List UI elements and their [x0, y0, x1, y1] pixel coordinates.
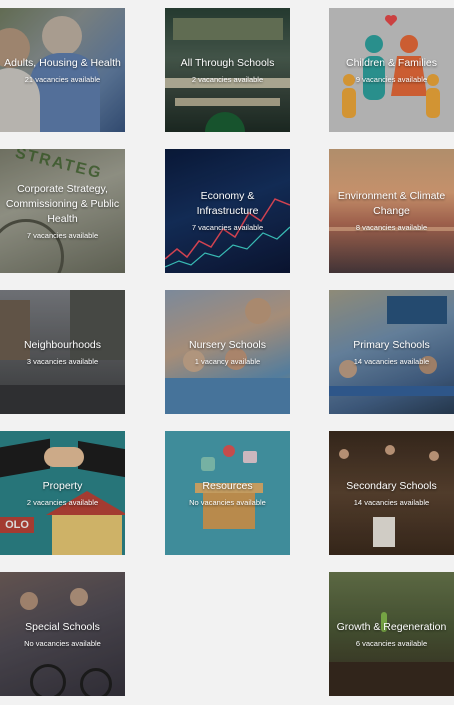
category-title: All Through Schools	[180, 56, 275, 69]
vacancy-count: 6 vacancies available	[355, 638, 428, 648]
category-tile-primary-schools[interactable]: Primary Schools 14 vacancies available	[329, 290, 454, 414]
category-tile-property[interactable]: OLO Property 2 vacancies available	[0, 431, 125, 555]
vacancy-count: 14 vacancies available	[353, 356, 430, 366]
category-tile-resources[interactable]: Resources No vacancies available	[165, 431, 290, 555]
category-title: Children & Families	[345, 56, 438, 69]
category-title: Primary Schools	[353, 338, 430, 351]
vacancy-count: 7 vacancies available	[26, 230, 99, 240]
category-tile-all-through-schools[interactable]: All Through Schools 2 vacancies availabl…	[165, 8, 290, 132]
category-tile-economy-infrastructure[interactable]: Economy & Infrastructure 7 vacancies ava…	[165, 149, 290, 273]
vacancy-count: No vacancies available	[189, 497, 266, 507]
category-tile-growth-regeneration[interactable]: Growth & Regeneration 6 vacancies availa…	[329, 572, 454, 696]
vacancy-count: 1 vacancy available	[194, 356, 261, 366]
vacancy-count: 2 vacancies available	[191, 74, 264, 84]
vacancy-count: No vacancies available	[24, 638, 101, 648]
category-tile-adults-housing-health[interactable]: Adults, Housing & Health 21 vacancies av…	[0, 8, 125, 132]
vacancy-count: 9 vacancies available	[355, 74, 428, 84]
category-title: Environment & Climate Change	[337, 190, 446, 217]
vacancy-count: 8 vacancies available	[355, 223, 428, 232]
category-title: Nursery Schools	[188, 338, 267, 351]
category-title: Property	[42, 479, 83, 492]
category-tile-neighbourhoods[interactable]: Neighbourhoods 3 vacancies available	[0, 290, 125, 414]
vacancy-count: 14 vacancies available	[353, 497, 430, 507]
category-tile-nursery-schools[interactable]: Nursery Schools 1 vacancy available	[165, 290, 290, 414]
category-tile-environment-climate[interactable]: Environment & Climate Change 8 vacancies…	[329, 149, 454, 273]
category-title: Economy & Infrastructure	[196, 190, 259, 217]
category-tile-corporate-strategy[interactable]: STRATEG Corporate Strategy, Commissionin…	[0, 149, 125, 273]
category-tile-children-families[interactable]: Children & Families 9 vacancies availabl…	[329, 8, 454, 132]
category-tile-special-schools[interactable]: Special Schools No vacancies available	[0, 572, 125, 696]
category-title: Adults, Housing & Health	[4, 56, 121, 69]
category-title: Special Schools	[25, 620, 100, 633]
category-title: Resources	[202, 479, 253, 492]
category-title: Corporate Strategy, Commissioning & Publ…	[5, 182, 120, 225]
vacancy-count: 3 vacancies available	[26, 356, 99, 366]
category-title: Growth & Regeneration	[336, 620, 447, 633]
category-tile-secondary-schools[interactable]: Secondary Schools 14 vacancies available	[329, 431, 454, 555]
vacancy-count: 2 vacancies available	[26, 497, 99, 507]
category-title: Secondary Schools	[346, 479, 437, 492]
category-title: Neighbourhoods	[23, 338, 102, 351]
vacancy-count: 21 vacancies available	[24, 74, 101, 84]
vacancy-count: 7 vacancies available	[191, 223, 264, 232]
